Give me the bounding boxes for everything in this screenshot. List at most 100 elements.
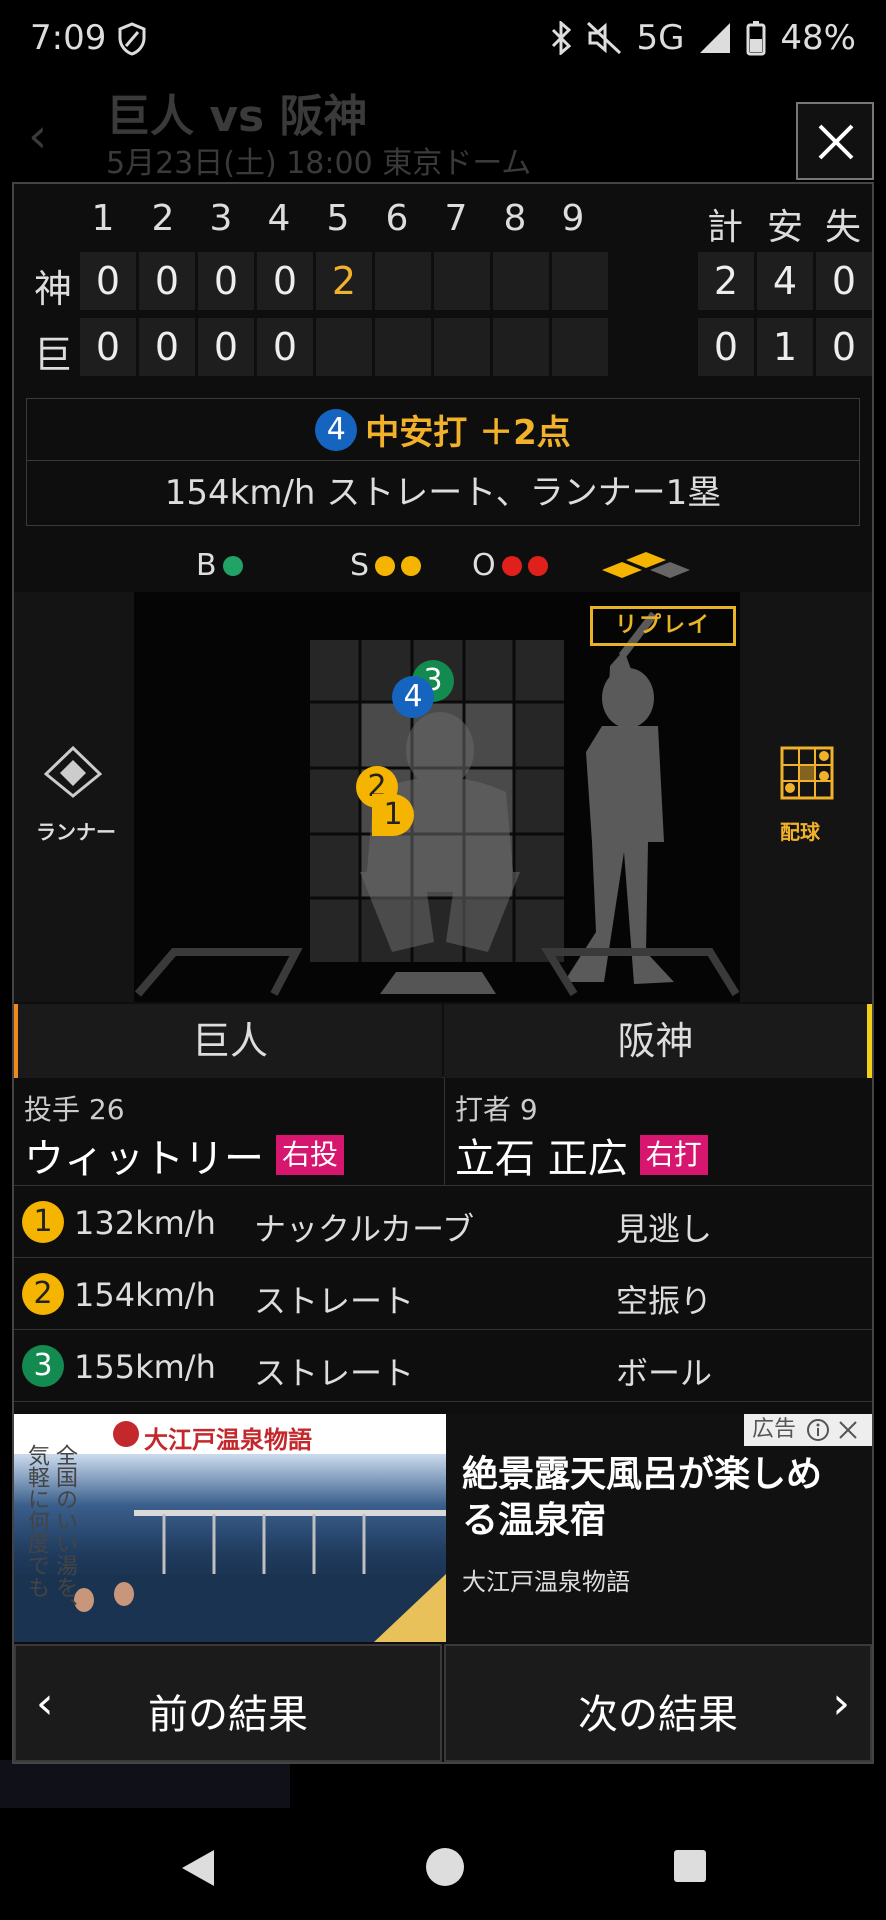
pitch-result: 見逃し bbox=[616, 1210, 713, 1248]
runner-label: ランナー bbox=[36, 820, 116, 844]
ad-brand: 大江戸温泉物語 bbox=[144, 1426, 312, 1454]
pitch-type: ナックルカーブ bbox=[254, 1210, 475, 1248]
inning-header: 8 bbox=[503, 198, 527, 239]
close-icon bbox=[818, 124, 854, 160]
close-button[interactable] bbox=[796, 102, 874, 180]
inning-header: 4 bbox=[267, 198, 291, 239]
replay-button[interactable]: リプレイ bbox=[590, 606, 736, 646]
inning-score: 0 bbox=[198, 252, 254, 310]
system-navigation bbox=[0, 1810, 886, 1920]
total-header-errors: 失 bbox=[824, 207, 861, 248]
pitcher-name: ウィットリー bbox=[24, 1136, 264, 1182]
ad-image: 大江戸温泉物語 全国のいい湯を、 気軽に何度でも bbox=[14, 1414, 446, 1642]
back-icon[interactable] bbox=[178, 1846, 218, 1890]
network-label: 5G bbox=[636, 18, 685, 58]
result-navigation: ‹ 前の結果 次の結果 › bbox=[14, 1644, 872, 1762]
pitch-field-view: ランナー リプレイ 2 1 3 4 配球 bbox=[14, 592, 872, 1002]
play-detail-modal: 1 2 3 4 5 6 7 8 9 計 安 失 神 0 0 0 0 2 2 4 … bbox=[12, 182, 874, 1764]
prev-result-button[interactable]: ‹ 前の結果 bbox=[14, 1644, 442, 1762]
inning-score: 0 bbox=[198, 318, 254, 376]
team-abbrev-hanshin: 神 bbox=[33, 267, 72, 311]
pitch-speed: 154km/h bbox=[74, 1276, 216, 1314]
play-result: 中安打 ＋2点 bbox=[365, 413, 571, 453]
pitch-row: 3 155km/h ストレート ボール bbox=[14, 1330, 872, 1402]
next-result-label: 次の結果 bbox=[578, 1692, 738, 1738]
inning-score: 0 bbox=[139, 318, 195, 376]
diamond-icon bbox=[44, 746, 102, 798]
tab-hanshin[interactable]: 阪神 bbox=[444, 1004, 872, 1078]
total-errors: 0 bbox=[816, 318, 872, 376]
mute-icon bbox=[587, 21, 622, 55]
ad-image-text: 全国のいい湯を、 bbox=[52, 1444, 77, 1620]
info-icon bbox=[807, 1419, 829, 1441]
inning-header: 2 bbox=[151, 198, 175, 239]
inning-header: 9 bbox=[561, 198, 585, 239]
ad-choices[interactable]: 広告 bbox=[744, 1414, 872, 1446]
inning-score: 0 bbox=[257, 252, 313, 310]
recents-icon[interactable] bbox=[672, 1848, 708, 1884]
ball-label: B bbox=[196, 548, 217, 583]
pitch-number-badge: 4 bbox=[315, 408, 358, 451]
inning-score: 0 bbox=[80, 318, 136, 376]
pitcher-info: 投手 26 ウィットリー 右投 bbox=[14, 1078, 442, 1186]
inning-header: 3 bbox=[209, 198, 233, 239]
team-abbrev-giants: 巨 bbox=[33, 333, 72, 377]
next-result-button[interactable]: 次の結果 › bbox=[444, 1644, 872, 1762]
ad-headline[interactable]: 絶景露天風呂が楽しめる温泉宿 bbox=[462, 1452, 852, 1544]
pitch-result: ボール bbox=[616, 1354, 713, 1392]
bat-hand-badge: 右打 bbox=[639, 1135, 708, 1175]
bases-icon bbox=[602, 552, 690, 578]
batter-role: 打者 9 bbox=[455, 1093, 538, 1126]
pitch-number-badge: 2 bbox=[22, 1273, 64, 1315]
pitch-type: ストレート bbox=[254, 1354, 415, 1392]
bluetooth-icon bbox=[552, 21, 572, 55]
back-arrow-icon: ‹ bbox=[28, 108, 48, 164]
home-icon[interactable] bbox=[424, 1846, 466, 1888]
inning-score bbox=[552, 252, 608, 310]
zone-svg bbox=[134, 611, 740, 997]
inning-score bbox=[316, 318, 372, 376]
out-dot bbox=[527, 555, 548, 576]
strike-label: S bbox=[350, 548, 370, 583]
total-runs: 0 bbox=[698, 318, 754, 376]
total-hits: 4 bbox=[757, 252, 813, 310]
runner-panel[interactable]: ランナー bbox=[14, 592, 134, 1002]
total-header-runs: 計 bbox=[706, 207, 743, 248]
inning-score: 0 bbox=[139, 252, 195, 310]
total-runs: 2 bbox=[698, 252, 754, 310]
matchup: 投手 26 ウィットリー 右投 打者 9 立石 正広 右打 bbox=[14, 1078, 872, 1186]
background-header: ‹ 巨人 vs 阪神 5月23日(土) 18:00 東京ドーム bbox=[0, 80, 886, 181]
pitch-chart-panel[interactable]: 配球 bbox=[740, 592, 872, 1002]
total-header-hits: 安 bbox=[766, 207, 803, 248]
scoreboard: 1 2 3 4 5 6 7 8 9 計 安 失 神 0 0 0 0 2 2 4 … bbox=[14, 184, 872, 384]
ad-banner[interactable]: 大江戸温泉物語 全国のいい湯を、 気軽に何度でも 絶景露天風呂が楽しめる温泉宿 … bbox=[14, 1414, 872, 1642]
chevron-right-icon: › bbox=[832, 1678, 850, 1729]
pitch-marker: 1 bbox=[372, 794, 414, 836]
inning-score bbox=[493, 318, 549, 376]
total-hits: 1 bbox=[757, 318, 813, 376]
pitch-result: 空振り bbox=[616, 1282, 713, 1320]
inning-score: 0 bbox=[80, 252, 136, 310]
pitch-chart-label: 配球 bbox=[780, 820, 820, 844]
inning-score bbox=[552, 318, 608, 376]
tab-giants[interactable]: 巨人 bbox=[14, 1004, 442, 1078]
team-tabs: 巨人 阪神 bbox=[14, 1004, 872, 1078]
inning-score bbox=[434, 252, 490, 310]
shield-icon bbox=[118, 22, 146, 56]
inning-header: 7 bbox=[444, 198, 468, 239]
pitch-row: 2 154km/h ストレート 空振り bbox=[14, 1258, 872, 1330]
pitch-speed: 132km/h bbox=[74, 1204, 216, 1242]
inning-score: 0 bbox=[257, 318, 313, 376]
close-icon[interactable] bbox=[838, 1420, 858, 1440]
play-summary: 4 中安打 ＋2点 154km/h ストレート、ランナー1塁 bbox=[26, 398, 860, 526]
game-title: 巨人 vs 阪神 bbox=[106, 91, 368, 142]
inning-score: 2 bbox=[316, 252, 372, 310]
play-detail: 154km/h ストレート、ランナー1塁 bbox=[164, 473, 722, 513]
throw-hand-badge: 右投 bbox=[276, 1135, 345, 1175]
batter-name: 立石 正広 bbox=[455, 1136, 628, 1182]
pitch-chart-icon bbox=[780, 746, 834, 800]
pitcher-role: 投手 26 bbox=[24, 1093, 125, 1126]
inning-score bbox=[375, 252, 431, 310]
total-errors: 0 bbox=[816, 252, 872, 310]
batter-info: 打者 9 立石 正広 右打 bbox=[444, 1078, 872, 1186]
